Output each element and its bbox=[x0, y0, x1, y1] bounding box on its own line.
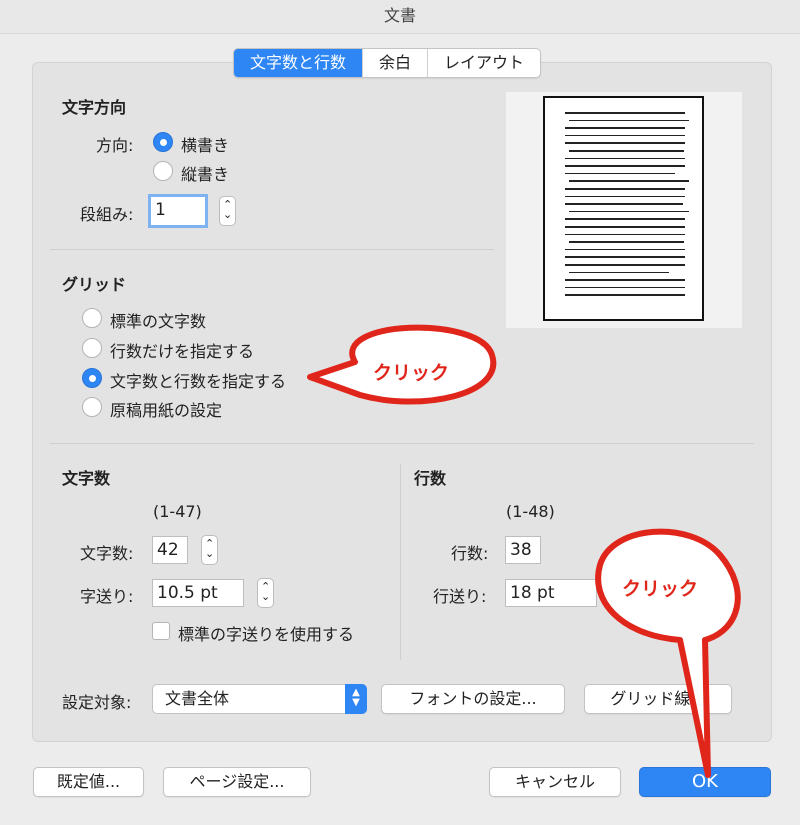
callout-bubble-2 bbox=[595, 528, 741, 778]
callout-text-2: クリック bbox=[622, 578, 699, 600]
callout-text-1: クリック bbox=[373, 362, 450, 384]
callout-overlay bbox=[307, 324, 741, 778]
